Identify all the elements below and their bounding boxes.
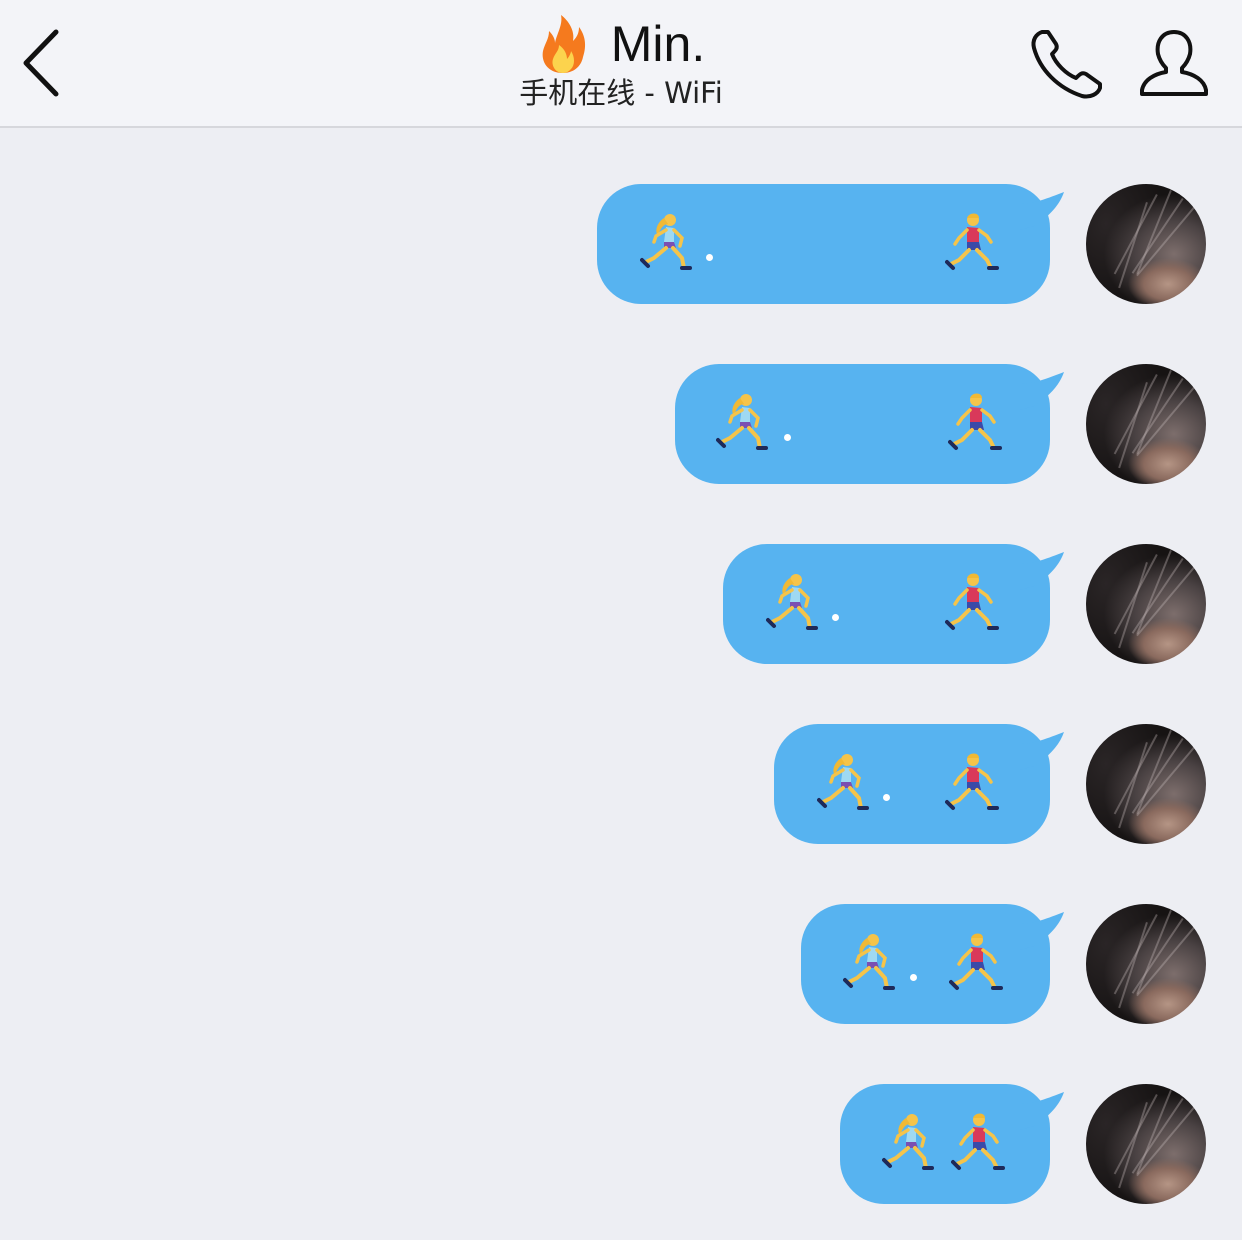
bubble-tail (1020, 912, 1064, 950)
person-icon (1140, 30, 1208, 96)
avatar[interactable] (1086, 724, 1206, 844)
message-row (0, 904, 1242, 1024)
message-row (0, 544, 1242, 664)
hair-strand (1118, 1102, 1148, 1189)
man-running-icon (945, 572, 999, 630)
woman-running-icon (766, 572, 818, 630)
hair-strand (1118, 922, 1148, 1009)
period-dot (910, 974, 917, 981)
profile-button[interactable] (1138, 26, 1210, 98)
hair-strand (1136, 550, 1172, 635)
hair-strand (1118, 382, 1148, 469)
hair-strand (1136, 730, 1172, 815)
woman-running-icon (716, 392, 768, 450)
hair-strand (1131, 1098, 1184, 1174)
bubble-tail (1020, 372, 1064, 410)
bubble-tail (1020, 1092, 1064, 1130)
bubble-tail (1020, 732, 1064, 770)
man-running-icon (945, 212, 999, 270)
hair-strand (1131, 738, 1184, 814)
message-bubble[interactable] (774, 724, 1050, 844)
hair-strand (1118, 562, 1148, 649)
woman-running-icon (640, 212, 692, 270)
call-button[interactable] (1028, 26, 1108, 102)
hair-strand (1136, 370, 1172, 455)
hair-strand (1118, 202, 1148, 289)
message-row (0, 184, 1242, 304)
avatar[interactable] (1086, 364, 1206, 484)
avatar[interactable] (1086, 904, 1206, 1024)
bubble-tail (1020, 192, 1064, 230)
period-dot (706, 254, 713, 261)
avatar[interactable] (1086, 184, 1206, 304)
hair-strand (1131, 918, 1184, 994)
message-row (0, 364, 1242, 484)
avatar[interactable] (1086, 1084, 1206, 1204)
message-row (0, 724, 1242, 844)
hair-strand (1118, 742, 1148, 829)
bubble-tail (1020, 552, 1064, 590)
message-row (0, 1084, 1242, 1204)
chat-header: Min. 手机在线 - WiFi (0, 0, 1242, 128)
man-running-icon (951, 1112, 1005, 1170)
period-dot (883, 794, 890, 801)
fire-icon (542, 15, 585, 73)
hair-strand (1136, 910, 1172, 995)
hair-strand (1131, 198, 1184, 274)
page-title: Min. (610, 16, 706, 72)
phone-icon (1031, 30, 1102, 99)
woman-running-icon (817, 752, 869, 810)
woman-running-icon (882, 1112, 934, 1170)
period-dot (832, 614, 839, 621)
man-running-icon (945, 752, 999, 810)
man-running-icon (949, 932, 1003, 990)
hair-strand (1131, 378, 1184, 454)
hair-strand (1136, 1090, 1172, 1175)
message-bubble[interactable] (840, 1084, 1050, 1204)
woman-running-icon (843, 932, 895, 990)
hair-strand (1136, 190, 1172, 275)
period-dot (784, 434, 791, 441)
hair-strand (1131, 558, 1184, 634)
man-running-icon (948, 392, 1002, 450)
avatar[interactable] (1086, 544, 1206, 664)
message-bubble[interactable] (801, 904, 1050, 1024)
